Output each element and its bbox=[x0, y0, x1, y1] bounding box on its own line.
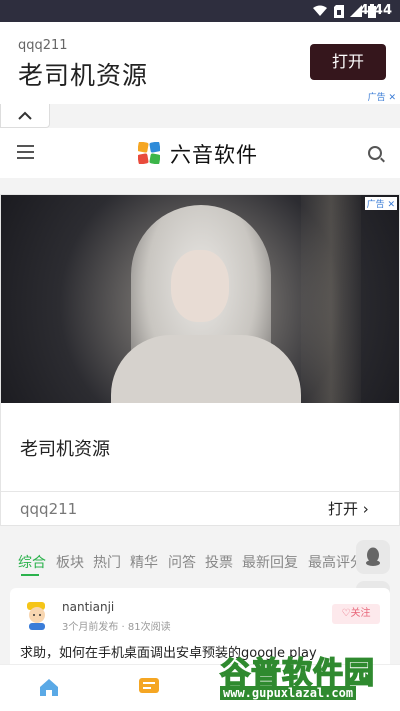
ad-image-light bbox=[301, 195, 361, 403]
app-logo-icon bbox=[138, 142, 160, 164]
divider bbox=[1, 491, 399, 492]
status-time: 4:44 bbox=[359, 3, 392, 18]
wifi-icon bbox=[313, 5, 327, 16]
ad-card-subtitle: qqq211 bbox=[20, 500, 78, 518]
tab-remen[interactable]: 热门 bbox=[93, 552, 121, 572]
messages-icon[interactable] bbox=[138, 677, 162, 697]
category-tabs: 综合 板块 热门 精华 问答 投票 最新回复 最高评分 bbox=[0, 542, 400, 582]
tab-bankuai[interactable]: 板块 bbox=[56, 552, 84, 572]
qq-share-button[interactable] bbox=[356, 540, 390, 574]
native-ad-card[interactable]: 广告 ✕ 老司机资源 qqq211 打开 › bbox=[0, 194, 400, 526]
follow-label: 关注 bbox=[350, 608, 371, 619]
ad-label[interactable]: 广告 ✕ bbox=[365, 90, 398, 103]
app-header: 六音软件 bbox=[0, 128, 400, 178]
tab-latest-reply[interactable]: 最新回复 bbox=[242, 552, 298, 572]
collapse-row bbox=[0, 104, 400, 128]
ad-image-face bbox=[171, 250, 229, 322]
tab-wenda[interactable]: 问答 bbox=[168, 552, 196, 572]
avatar[interactable] bbox=[24, 600, 50, 630]
ad-subtitle: qqq211 bbox=[18, 38, 68, 53]
site-watermark: 谷普软件园 www.gupuxlazal.com bbox=[214, 646, 398, 708]
tab-jinghua[interactable]: 精华 bbox=[130, 552, 158, 572]
post-views: 81次阅读 bbox=[127, 622, 171, 633]
top-banner-ad[interactable]: qqq211 老司机资源 打开 广告 ✕ bbox=[0, 22, 400, 104]
post-author[interactable]: nantianji bbox=[62, 600, 114, 614]
search-icon[interactable] bbox=[368, 146, 382, 160]
chevron-up-icon bbox=[18, 111, 32, 120]
app-brand: 六音软件 bbox=[170, 143, 258, 167]
collapse-ad-button[interactable] bbox=[0, 104, 50, 128]
follow-button[interactable]: ♡关注 bbox=[332, 604, 380, 624]
watermark-url: www.gupuxlazal.com bbox=[220, 686, 357, 700]
sim-icon bbox=[334, 5, 344, 18]
ad-image[interactable] bbox=[1, 195, 399, 403]
post-meta: 3个月前发布 · 81次阅读 bbox=[62, 622, 171, 633]
qq-icon bbox=[366, 547, 380, 566]
menu-icon[interactable] bbox=[17, 145, 34, 159]
ad-card-title: 老司机资源 bbox=[20, 439, 110, 460]
ad-title: 老司机资源 bbox=[18, 61, 149, 90]
tab-toupiao[interactable]: 投票 bbox=[205, 552, 233, 572]
ad-card-label[interactable]: 广告 ✕ bbox=[364, 197, 397, 210]
ad-card-label-text: 广告 bbox=[366, 200, 385, 210]
ad-label-text: 广告 bbox=[367, 93, 386, 103]
ad-open-button[interactable]: 打开 bbox=[310, 44, 386, 80]
ad-image-shirt bbox=[111, 335, 301, 403]
active-tab-indicator bbox=[21, 574, 39, 576]
ad-card-open-button[interactable]: 打开 › bbox=[328, 498, 369, 519]
ad-card-open-label: 打开 bbox=[328, 500, 359, 518]
chevron-right-icon: › bbox=[362, 500, 369, 518]
close-icon[interactable]: ✕ bbox=[388, 93, 396, 103]
status-bar: 4:44 bbox=[0, 0, 400, 22]
post-time: 3个月前发布 bbox=[62, 622, 119, 633]
tab-zonghe[interactable]: 综合 bbox=[18, 552, 46, 572]
home-icon[interactable] bbox=[38, 677, 60, 697]
close-icon[interactable]: ✕ bbox=[387, 200, 395, 210]
